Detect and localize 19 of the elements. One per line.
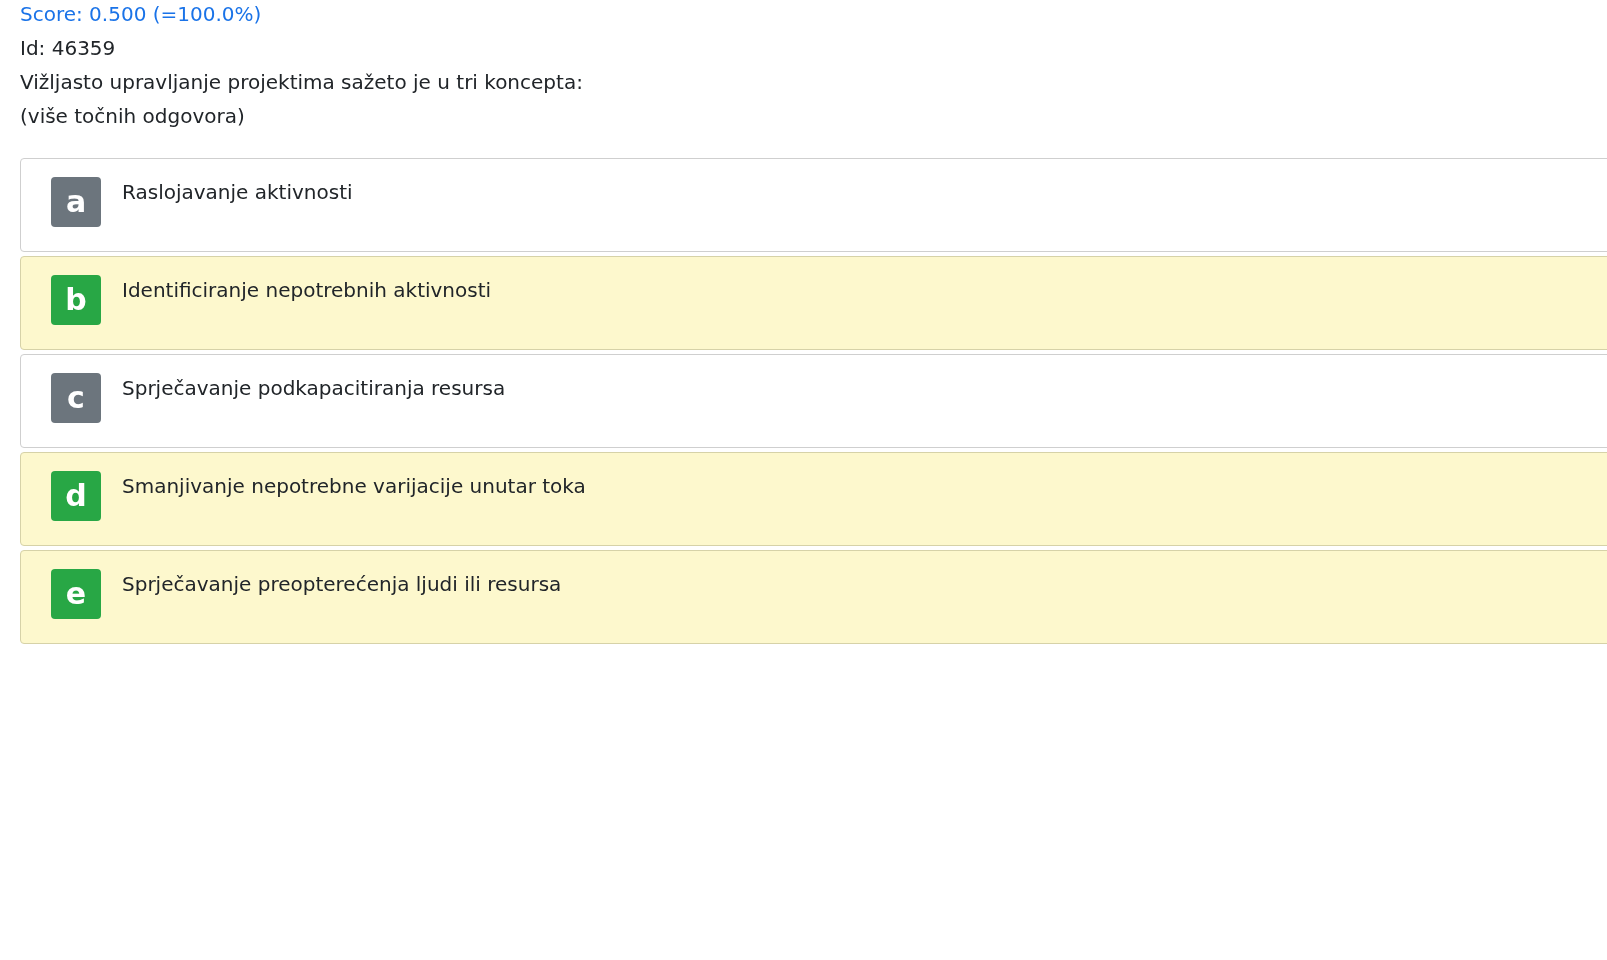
question-text: Vižljasto upravljanje projektima sažeto je u tri koncepta:: [20, 69, 583, 96]
option-text: Identificiranje nepotrebnih aktivnosti: [122, 277, 492, 304]
option-letter: a: [51, 177, 101, 227]
option-letter: c: [51, 373, 101, 423]
answer-option[interactable]: c Sprječavanje podkapacitiranja resursa: [20, 354, 1607, 448]
answer-option[interactable]: b Identificiranje nepotrebnih aktivnosti: [20, 256, 1607, 350]
question-hint: (više točnih odgovora): [20, 103, 245, 130]
answer-option[interactable]: d Smanjivanje nepotrebne varijacije unutar toka: [20, 452, 1607, 546]
answer-option[interactable]: e Sprječavanje preopterećenja ljudi ili resursa: [20, 550, 1607, 644]
option-text: Smanjivanje nepotrebne varijacije unutar toka: [122, 473, 586, 500]
answer-option[interactable]: a Raslojavanje aktivnosti: [20, 158, 1607, 252]
option-text: Raslojavanje aktivnosti: [122, 179, 353, 206]
option-text: Sprječavanje preopterećenja ljudi ili resursa: [122, 571, 562, 598]
question-id: Id: 46359: [20, 35, 116, 62]
option-letter: e: [51, 569, 101, 619]
option-letter: d: [51, 471, 101, 521]
option-letter: b: [51, 275, 101, 325]
score-text: Score: 0.500 (=100.0%): [20, 1, 262, 28]
option-text: Sprječavanje podkapacitiranja resursa: [122, 375, 506, 402]
